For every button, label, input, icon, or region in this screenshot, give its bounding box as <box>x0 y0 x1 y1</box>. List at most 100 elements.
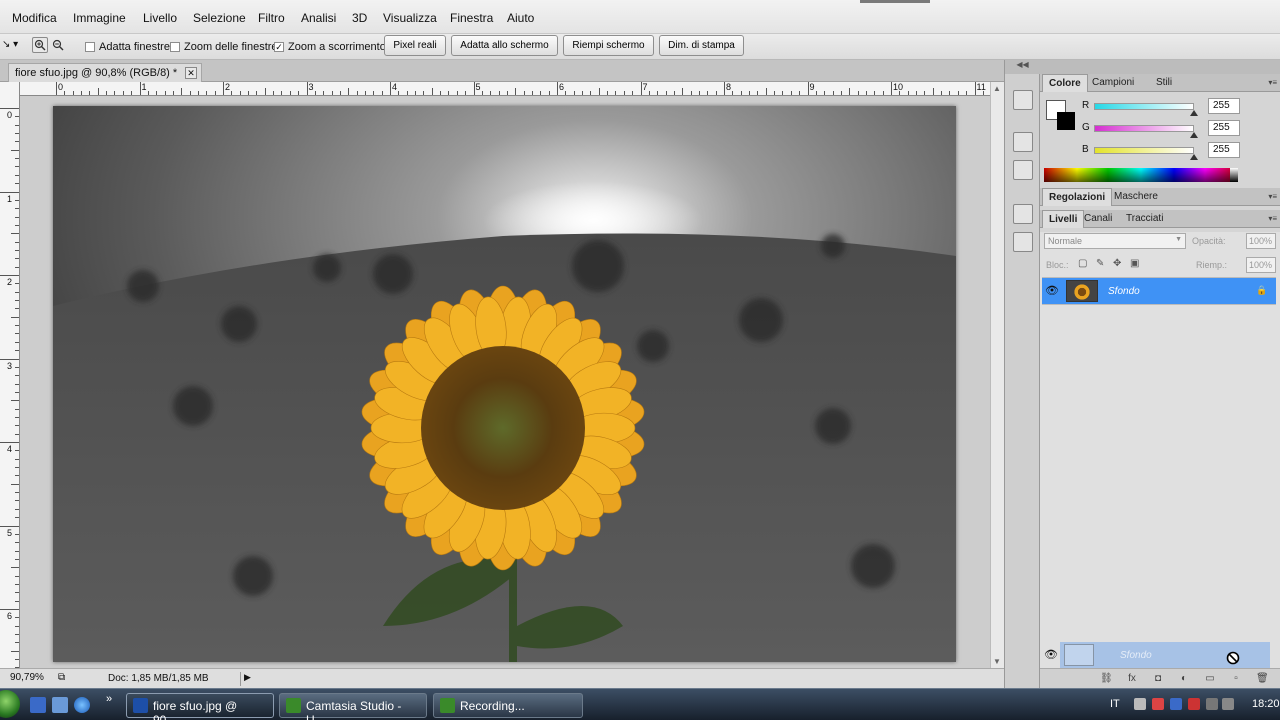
checkbox-label: Zoom a scorrimento <box>288 41 386 53</box>
menu-analisi[interactable]: Analisi <box>301 11 336 25</box>
zoom-all-windows-checkbox[interactable]: Zoom delle finestre <box>170 41 278 53</box>
new-layer-icon[interactable]: ▫ <box>1230 673 1242 685</box>
clone-source-icon[interactable] <box>1013 232 1033 252</box>
adjustment-layer-icon[interactable]: ◐ <box>1178 673 1190 685</box>
menu-3d[interactable]: 3D <box>352 11 367 25</box>
task-photoshop[interactable]: fiore sfuo.jpg @ 90,... <box>126 693 274 720</box>
tab-canali[interactable]: Canali <box>1078 210 1118 228</box>
red-slider[interactable]: R 255 <box>1080 98 1270 116</box>
canvas-area[interactable] <box>20 96 990 668</box>
red-track[interactable] <box>1094 103 1194 110</box>
internet-explorer-icon[interactable] <box>74 697 90 713</box>
color-spectrum-bw[interactable] <box>1230 168 1238 182</box>
layer-style-icon[interactable]: fx <box>1126 673 1138 685</box>
clock[interactable]: 18:20 <box>1252 698 1280 710</box>
blue-value[interactable]: 255 <box>1208 142 1240 158</box>
lock-pixels-icon[interactable]: ✎ <box>1096 258 1108 270</box>
menu-livello[interactable]: Livello <box>143 11 177 25</box>
scroll-down-icon[interactable]: ▼ <box>993 657 1001 666</box>
tab-regolazioni[interactable]: Regolazioni <box>1042 188 1113 206</box>
layer-name[interactable]: Sfondo <box>1108 286 1140 297</box>
language-indicator[interactable]: IT <box>1110 698 1120 710</box>
fit-screen-button[interactable]: Adatta allo schermo <box>451 35 558 56</box>
menu-filtro[interactable]: Filtro <box>258 11 285 25</box>
tray-app-icon[interactable] <box>1170 698 1182 710</box>
green-value[interactable]: 255 <box>1208 120 1240 136</box>
red-thumb[interactable] <box>1190 110 1198 116</box>
menu-modifica[interactable]: Modifica <box>12 11 57 25</box>
ruler-tick <box>790 91 792 95</box>
blue-thumb[interactable] <box>1190 154 1198 160</box>
tool-preset-picker[interactable]: ↘ ▾ <box>2 39 18 50</box>
green-slider[interactable]: G 255 <box>1080 120 1270 138</box>
collapse-icon[interactable]: ◀◀ <box>1005 60 1040 74</box>
menu-aiuto[interactable]: Aiuto <box>507 11 534 25</box>
menu-selezione[interactable]: Selezione <box>193 11 246 25</box>
lock-position-icon[interactable]: ✥ <box>1113 258 1125 270</box>
panel-menu-icon[interactable]: ▾≡ <box>1268 78 1277 87</box>
trash-icon[interactable]: 🗑 <box>1256 673 1269 685</box>
checkbox-box[interactable] <box>85 42 95 52</box>
actions-icon[interactable] <box>1013 160 1033 180</box>
blue-track[interactable] <box>1094 147 1194 154</box>
tray-help-icon[interactable] <box>1134 698 1146 710</box>
link-layers-icon[interactable]: ⛓ <box>1100 673 1113 685</box>
print-size-button[interactable]: Dim. di stampa <box>659 35 744 56</box>
lock-transparency-icon[interactable]: ▢ <box>1078 258 1090 270</box>
quicklaunch-more-icon[interactable]: » <box>106 693 112 705</box>
blue-slider[interactable]: B 255 <box>1080 142 1270 160</box>
scrubby-zoom-checkbox[interactable]: ✓ Zoom a scorrimento <box>274 41 386 53</box>
tool-presets-icon[interactable] <box>1013 204 1033 224</box>
zoom-in-icon[interactable] <box>32 37 48 53</box>
document-image[interactable] <box>53 106 956 662</box>
fill-screen-button[interactable]: Riempi schermo <box>563 35 654 56</box>
menu-visualizza[interactable]: Visualizza <box>383 11 437 25</box>
layer-row[interactable]: 👁 Sfondo 🔒 <box>1042 277 1276 305</box>
background-color-swatch[interactable] <box>1057 112 1075 130</box>
status-menu-icon[interactable]: ⧉ <box>58 672 65 683</box>
layer-mask-icon[interactable]: ◘ <box>1152 673 1164 685</box>
mini-bridge-icon[interactable] <box>1013 90 1033 110</box>
tab-maschere[interactable]: Maschere <box>1108 188 1164 206</box>
actual-pixels-button[interactable]: Pixel reali <box>384 35 446 56</box>
checkbox-box[interactable]: ✓ <box>274 42 284 52</box>
tab-colore[interactable]: Colore <box>1042 74 1088 92</box>
eye-icon[interactable]: 👁 <box>1044 284 1060 300</box>
zoom-level-field[interactable]: 90,79% <box>10 672 50 686</box>
blend-mode-select[interactable]: Normale ▼ <box>1044 233 1186 249</box>
tray-volume-icon[interactable] <box>1222 698 1234 710</box>
switch-windows-icon[interactable] <box>52 697 68 713</box>
menu-finestra[interactable]: Finestra <box>450 11 493 25</box>
green-track[interactable] <box>1094 125 1194 132</box>
eye-icon: 👁 <box>1044 649 1058 661</box>
history-icon[interactable] <box>1013 132 1033 152</box>
checkbox-box[interactable] <box>170 42 180 52</box>
tab-tracciati[interactable]: Tracciati <box>1120 210 1169 228</box>
menu-immagine[interactable]: Immagine <box>73 11 126 25</box>
panel-menu-icon[interactable]: ▾≡ <box>1268 192 1277 201</box>
tab-stili[interactable]: Stili <box>1150 74 1178 92</box>
new-group-icon[interactable]: ▭ <box>1204 673 1216 685</box>
task-recording[interactable]: Recording... <box>433 693 583 718</box>
vertical-scrollbar[interactable]: ▲ ▼ <box>990 82 1004 668</box>
tab-campioni[interactable]: Campioni <box>1086 74 1140 92</box>
resize-windows-checkbox[interactable]: Adatta finestre <box>85 41 170 53</box>
panel-menu-icon[interactable]: ▾≡ <box>1268 214 1277 223</box>
tray-antivirus-icon[interactable] <box>1152 698 1164 710</box>
tray-record-icon[interactable] <box>1188 698 1200 710</box>
green-thumb[interactable] <box>1190 132 1198 138</box>
panel-header[interactable] <box>1040 60 1280 74</box>
lock-all-icon[interactable]: ▣ <box>1130 258 1142 270</box>
red-value[interactable]: 255 <box>1208 98 1240 114</box>
start-button[interactable] <box>0 690 20 718</box>
document-tab[interactable]: fiore sfuo.jpg @ 90,8% (RGB/8) * ✕ <box>8 63 202 82</box>
status-arrow-icon[interactable]: ▶ <box>240 672 252 686</box>
zoom-out-icon[interactable] <box>50 37 66 53</box>
close-icon[interactable]: ✕ <box>185 67 197 79</box>
show-desktop-icon[interactable] <box>30 697 46 713</box>
opacity-field[interactable]: 100% <box>1246 233 1276 249</box>
scroll-up-icon[interactable]: ▲ <box>993 84 1001 93</box>
fill-field[interactable]: 100% <box>1246 257 1276 273</box>
tray-network-icon[interactable] <box>1206 698 1218 710</box>
task-camtasia[interactable]: Camtasia Studio - U... <box>279 693 427 720</box>
